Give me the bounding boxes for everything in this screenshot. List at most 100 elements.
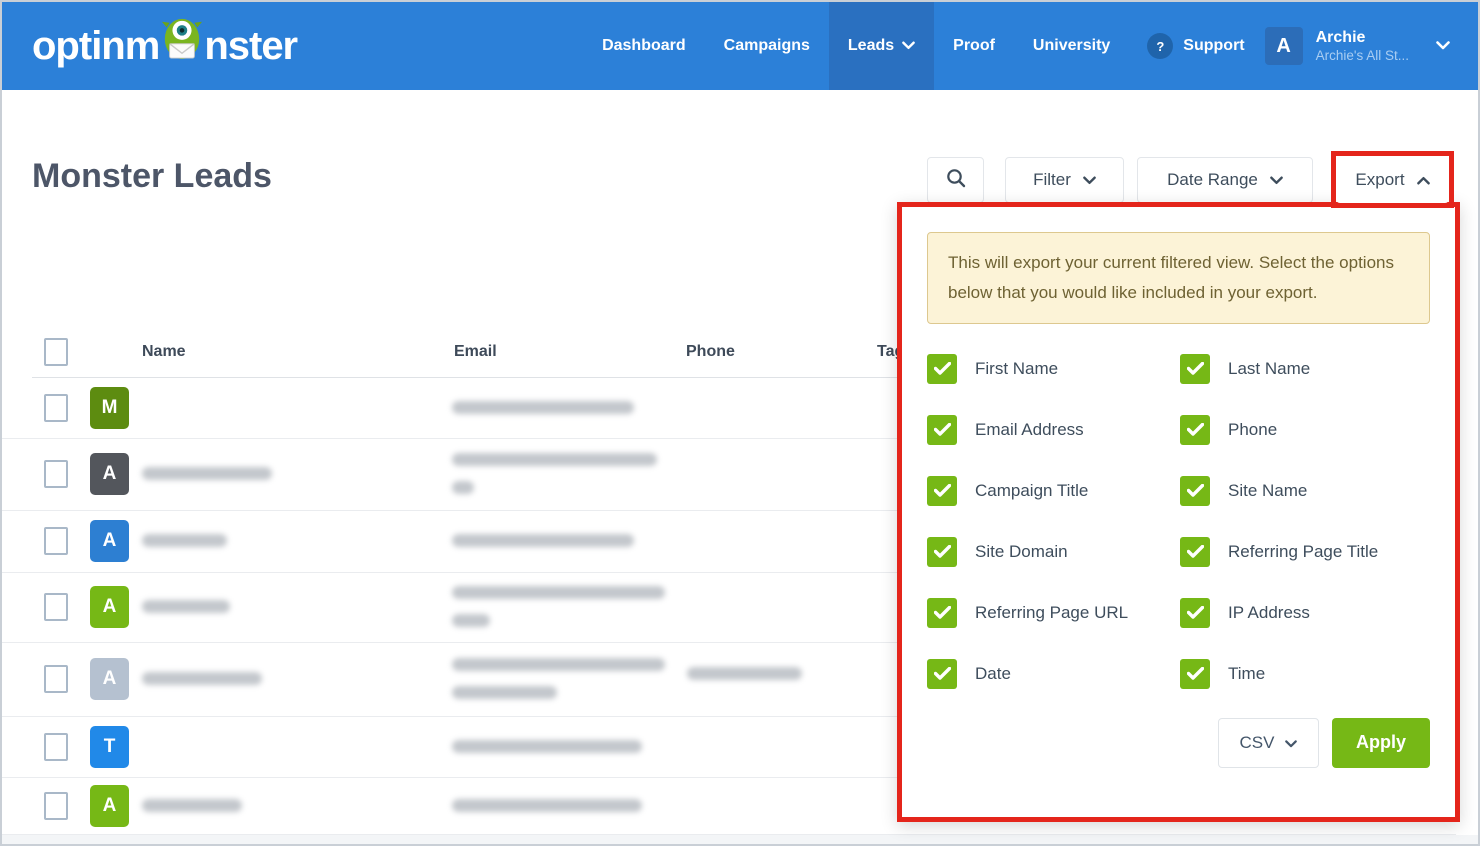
nav-item-proof[interactable]: Proof <box>934 2 1014 90</box>
export-option-phone[interactable]: Phone <box>1180 415 1430 445</box>
redacted-name <box>142 799 242 812</box>
export-button[interactable]: Export <box>1336 156 1449 203</box>
redacted-name <box>142 600 230 613</box>
redacted-email <box>452 401 634 414</box>
support-label: Support <box>1183 37 1244 55</box>
format-select[interactable]: CSV <box>1218 718 1319 768</box>
checked-checkbox-icon[interactable] <box>927 537 957 567</box>
checked-checkbox-icon[interactable] <box>927 659 957 689</box>
format-value: CSV <box>1240 733 1275 753</box>
row-checkbox[interactable] <box>44 460 68 488</box>
chevron-down-icon <box>1285 733 1297 753</box>
nav-item-leads[interactable]: Leads <box>829 2 934 90</box>
date-range-button[interactable]: Date Range <box>1137 157 1313 203</box>
chevron-down-icon <box>1083 170 1096 190</box>
user-name: Archie <box>1316 28 1409 48</box>
redacted-name <box>142 672 262 685</box>
export-option-date[interactable]: Date <box>927 659 1180 689</box>
export-notice: This will export your current filtered v… <box>927 232 1430 324</box>
apply-button[interactable]: Apply <box>1332 718 1430 768</box>
redacted-email <box>452 453 657 466</box>
checked-checkbox-icon[interactable] <box>1180 476 1210 506</box>
logo[interactable]: optinm nster <box>32 2 297 90</box>
row-checkbox[interactable] <box>44 394 68 422</box>
redacted-phone <box>687 667 802 680</box>
column-header-email: Email <box>454 343 497 361</box>
chevron-down-icon <box>1270 170 1283 190</box>
checked-checkbox-icon[interactable] <box>1180 537 1210 567</box>
export-option-label: Referring Page URL <box>975 603 1128 623</box>
export-option-label: Email Address <box>975 420 1084 440</box>
export-option-first-name[interactable]: First Name <box>927 354 1180 384</box>
column-header-name: Name <box>142 343 186 361</box>
redacted-email <box>452 614 490 627</box>
chevron-down-icon <box>902 37 915 55</box>
lead-avatar: A <box>90 520 129 562</box>
export-option-label: Time <box>1228 664 1265 684</box>
redacted-email <box>452 658 665 671</box>
lead-avatar: T <box>90 726 129 768</box>
chevron-up-icon <box>1417 170 1430 190</box>
user-menu[interactable]: A Archie Archie's All St... <box>1265 2 1450 90</box>
export-option-site-domain[interactable]: Site Domain <box>927 537 1180 567</box>
export-option-ip-address[interactable]: IP Address <box>1180 598 1430 628</box>
row-checkbox[interactable] <box>44 733 68 761</box>
redacted-email <box>452 481 474 494</box>
search-button[interactable] <box>927 157 984 203</box>
export-option-label: Date <box>975 664 1011 684</box>
export-option-referring-page-title[interactable]: Referring Page Title <box>1180 537 1430 567</box>
checked-checkbox-icon[interactable] <box>1180 415 1210 445</box>
redacted-name <box>142 534 227 547</box>
nav-support[interactable]: ? Support <box>1147 2 1244 90</box>
lead-avatar: A <box>90 658 129 700</box>
search-icon <box>946 168 966 193</box>
row-checkbox[interactable] <box>44 665 68 693</box>
checked-checkbox-icon[interactable] <box>927 598 957 628</box>
nav-item-label: Proof <box>953 37 995 55</box>
nav-item-campaigns[interactable]: Campaigns <box>705 2 829 90</box>
select-all-checkbox[interactable] <box>44 338 68 366</box>
logo-text-suffix: nster <box>204 24 297 69</box>
redacted-name <box>142 467 272 480</box>
export-option-referring-page-url[interactable]: Referring Page URL <box>927 598 1180 628</box>
row-checkbox[interactable] <box>44 792 68 820</box>
checked-checkbox-icon[interactable] <box>927 476 957 506</box>
nav-item-dashboard[interactable]: Dashboard <box>583 2 705 90</box>
nav-item-label: University <box>1033 37 1110 55</box>
redacted-email <box>452 799 642 812</box>
export-option-last-name[interactable]: Last Name <box>1180 354 1430 384</box>
checked-checkbox-icon[interactable] <box>1180 354 1210 384</box>
question-mark-icon: ? <box>1147 33 1173 59</box>
nav-item-label: Leads <box>848 37 894 55</box>
row-checkbox[interactable] <box>44 527 68 555</box>
export-option-email-address[interactable]: Email Address <box>927 415 1180 445</box>
export-option-site-name[interactable]: Site Name <box>1180 476 1430 506</box>
user-avatar: A <box>1265 27 1303 65</box>
nav-item-label: Campaigns <box>724 37 810 55</box>
column-header-phone: Phone <box>686 343 735 361</box>
row-checkbox[interactable] <box>44 593 68 621</box>
export-option-time[interactable]: Time <box>1180 659 1430 689</box>
export-option-label: Site Domain <box>975 542 1068 562</box>
export-option-label: Referring Page Title <box>1228 542 1378 562</box>
checked-checkbox-icon[interactable] <box>1180 598 1210 628</box>
main-nav: Dashboard Campaigns Leads Proof University <box>583 2 1129 90</box>
export-option-label: First Name <box>975 359 1058 379</box>
nav-item-label: Dashboard <box>602 37 686 55</box>
date-range-label: Date Range <box>1167 170 1258 190</box>
lead-avatar: A <box>90 586 129 628</box>
checked-checkbox-icon[interactable] <box>1180 659 1210 689</box>
export-option-label: IP Address <box>1228 603 1310 623</box>
export-options-grid: First Name Last Name Email Address Phone Cam… <box>927 354 1430 689</box>
export-label: Export <box>1355 170 1404 190</box>
nav-item-university[interactable]: University <box>1014 2 1129 90</box>
redacted-email <box>452 740 642 753</box>
export-panel-footer: CSV Apply <box>927 718 1430 768</box>
redacted-email <box>452 534 634 547</box>
export-option-campaign-title[interactable]: Campaign Title <box>927 476 1180 506</box>
checked-checkbox-icon[interactable] <box>927 354 957 384</box>
export-option-label: Last Name <box>1228 359 1310 379</box>
export-option-label: Phone <box>1228 420 1277 440</box>
filter-button[interactable]: Filter <box>1005 157 1124 203</box>
checked-checkbox-icon[interactable] <box>927 415 957 445</box>
